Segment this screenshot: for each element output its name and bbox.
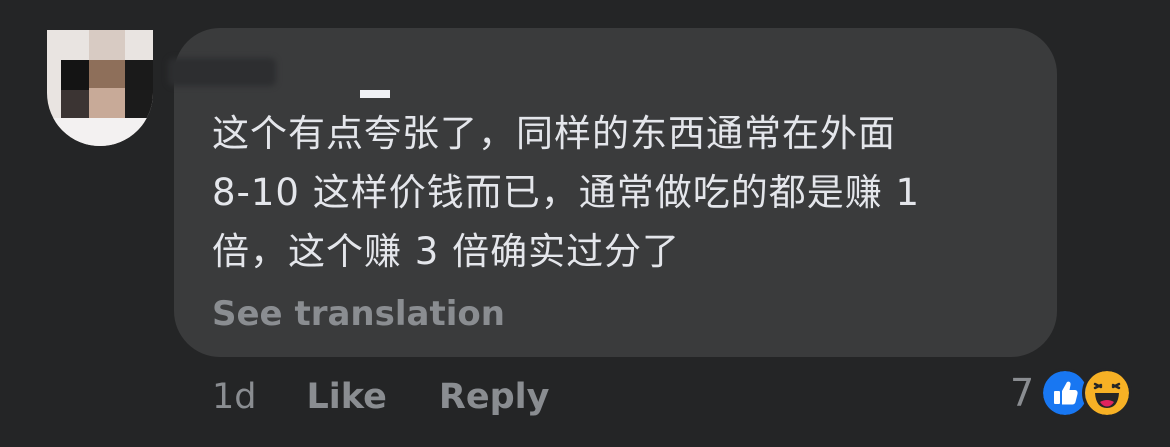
haha-reaction-icon bbox=[1082, 368, 1133, 418]
reaction-summary[interactable]: 7 bbox=[1010, 366, 1133, 420]
commenter-name[interactable] bbox=[168, 58, 276, 86]
reaction-count: 7 bbox=[1010, 371, 1035, 415]
comment-text: 这个有点夸张了，同样的东西通常在外面 8-10 这样价钱而已，通常做吃的都是赚 … bbox=[212, 112, 921, 273]
like-button[interactable]: Like bbox=[307, 377, 387, 417]
comment-timestamp[interactable]: 1d bbox=[212, 377, 257, 417]
comment-actions: 1d Like Reply bbox=[212, 372, 601, 422]
reply-button[interactable]: Reply bbox=[439, 377, 550, 417]
avatar[interactable] bbox=[47, 30, 153, 146]
name-fragment bbox=[360, 90, 390, 98]
see-translation-link[interactable]: See translation bbox=[212, 294, 505, 334]
